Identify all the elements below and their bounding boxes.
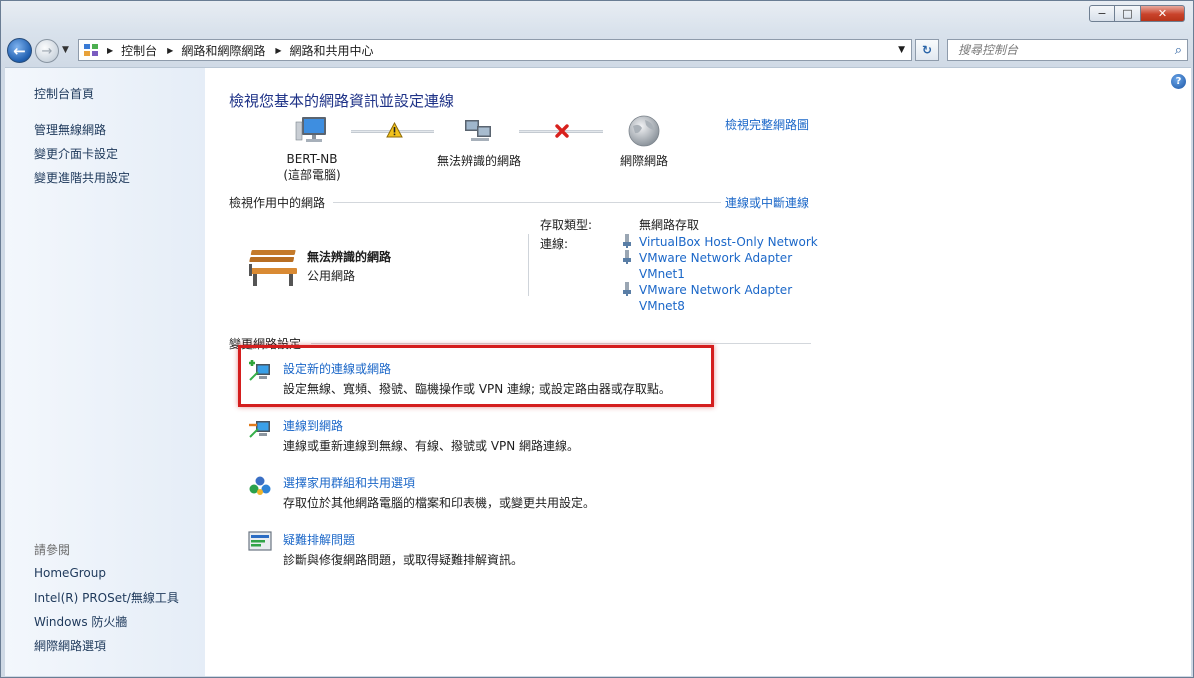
refresh-icon: ↻ xyxy=(921,43,933,57)
breadcrumb-control-panel[interactable]: 控制台 xyxy=(121,42,157,59)
network-adapter-icon xyxy=(623,234,631,248)
connections-label: 連線: xyxy=(540,237,569,251)
breadcrumb-separator-icon[interactable]: ▶ xyxy=(107,46,113,55)
content-area: 控制台首頁 管理無線網路 變更介面卡設定 變更進階共用設定 請參閱 HomeGr… xyxy=(5,67,1191,676)
globe-icon xyxy=(628,115,660,147)
network-name: 無法辨識的網路 xyxy=(436,154,521,168)
internet-label: 網際網路 xyxy=(619,154,668,168)
help-icon: ? xyxy=(1175,76,1182,87)
sidebar-item-manage-wireless[interactable]: 管理無線網路 xyxy=(34,121,106,138)
search-input[interactable] xyxy=(956,42,1150,58)
back-button[interactable]: ← xyxy=(7,38,32,63)
computer-sub-label: (這部電腦) xyxy=(283,168,341,182)
navigation-bar: ← → ▼ ▶ 控制台 ▶ 網路和網際網路 ▶ 網路和共用中心 ▼ ↻ ⌕ xyxy=(1,35,1193,65)
warning-icon xyxy=(386,122,403,138)
network-info-divider xyxy=(528,234,529,296)
close-button[interactable]: ✕ xyxy=(1141,5,1185,22)
task-homegroup-sharing[interactable]: 選擇家用群組和共用選項 xyxy=(283,474,415,491)
homegroup-icon xyxy=(249,476,271,495)
map-node-computer[interactable]: BERT-NB (這部電腦) xyxy=(277,114,347,183)
active-network-name: 無法辨識的網路 xyxy=(307,250,392,264)
task-connect-to-network[interactable]: 連線到網路 xyxy=(283,417,343,434)
sidebar-item-advanced-sharing[interactable]: 變更進階共用設定 xyxy=(34,169,130,186)
section-divider xyxy=(333,202,721,203)
error-x-icon xyxy=(555,124,569,138)
forward-arrow-icon: → xyxy=(41,43,53,59)
access-type-label: 存取類型: xyxy=(540,218,593,232)
maximize-button[interactable]: □ xyxy=(1115,5,1141,22)
breadcrumb-separator-icon[interactable]: ▶ xyxy=(275,46,281,55)
network-adapter-icon xyxy=(623,282,631,296)
view-full-map-link[interactable]: 檢視完整網路圖 xyxy=(725,116,809,133)
refresh-button[interactable]: ↻ xyxy=(915,39,939,61)
back-arrow-icon: ← xyxy=(13,41,26,60)
forward-button[interactable]: → xyxy=(35,39,59,63)
history-dropdown-icon[interactable]: ▼ xyxy=(62,45,69,55)
window-controls: − □ ✕ xyxy=(1089,5,1185,22)
network-adapter-icon xyxy=(623,250,631,264)
sidebar-item-intel-proset[interactable]: Intel(R) PROSet/無線工具 xyxy=(34,589,179,606)
page-title: 檢視您基本的網路資訊並設定連線 xyxy=(229,92,455,110)
see-also-heading: 請參閱 xyxy=(34,543,71,557)
task-homegroup-sharing-desc: 存取位於其他網路電腦的檔案和印表機，或變更共用設定。 xyxy=(283,496,596,510)
sidebar-item-internet-options[interactable]: 網際網路選項 xyxy=(34,637,106,654)
access-type-value: 無網路存取 xyxy=(639,218,700,232)
map-node-internet[interactable]: 網際網路 xyxy=(609,114,679,169)
active-networks-heading: 檢視作用中的網路 xyxy=(229,196,326,210)
breadcrumb-network-sharing-center[interactable]: 網路和共用中心 xyxy=(290,42,374,59)
section-divider xyxy=(311,343,811,344)
active-network-type[interactable]: 公用網路 xyxy=(307,267,355,284)
sidebar-item-home[interactable]: 控制台首頁 xyxy=(34,85,94,102)
address-bar[interactable]: ▶ 控制台 ▶ 網路和網際網路 ▶ 網路和共用中心 ▼ xyxy=(78,39,912,61)
minimize-button[interactable]: − xyxy=(1089,5,1115,22)
map-node-network[interactable]: 無法辨識的網路 xyxy=(427,114,531,169)
public-network-bench-icon xyxy=(249,250,297,286)
sidebar-item-adapter-settings[interactable]: 變更介面卡設定 xyxy=(34,145,118,162)
sidebar: 控制台首頁 管理無線網路 變更介面卡設定 變更進階共用設定 請參閱 HomeGr… xyxy=(5,68,205,676)
connect-network-icon xyxy=(249,421,270,438)
task-connect-to-network-desc: 連線或重新連線到無線、有線、撥號或 VPN 網路連線。 xyxy=(283,439,580,453)
connect-disconnect-link[interactable]: 連線或中斷連線 xyxy=(725,194,809,211)
window-frame: − □ ✕ ← → ▼ ▶ 控制台 ▶ 網路和網際網路 ▶ 網路和共用中心 ▼ … xyxy=(0,0,1194,678)
address-dropdown-icon[interactable]: ▼ xyxy=(898,45,905,55)
task-troubleshoot[interactable]: 疑難排解問題 xyxy=(283,531,355,548)
help-button[interactable]: ? xyxy=(1171,74,1186,89)
troubleshoot-icon xyxy=(248,531,272,551)
network-icon xyxy=(465,120,491,141)
breadcrumb-separator-icon[interactable]: ▶ xyxy=(167,46,173,55)
task-troubleshoot-desc: 診斷與修復網路問題，或取得疑難排解資訊。 xyxy=(283,553,524,567)
sidebar-item-homegroup[interactable]: HomeGroup xyxy=(34,566,106,580)
connection-link-vmnet1[interactable]: VMware Network Adapter xyxy=(639,251,792,265)
connection-link-vmnet8-line2[interactable]: VMnet8 xyxy=(639,299,685,313)
search-icon[interactable]: ⌕ xyxy=(1175,43,1182,58)
connection-link-vmnet8[interactable]: VMware Network Adapter xyxy=(639,283,792,297)
breadcrumb-network-internet[interactable]: 網路和網際網路 xyxy=(181,42,265,59)
highlight-box xyxy=(238,345,714,407)
computer-name: BERT-NB xyxy=(286,152,338,166)
connection-link-virtualbox[interactable]: VirtualBox Host-Only Network xyxy=(639,235,818,249)
connection-link-vmnet1-line2[interactable]: VMnet1 xyxy=(639,267,685,281)
computer-icon xyxy=(295,117,326,142)
control-panel-icon xyxy=(84,44,98,56)
search-box[interactable]: ⌕ xyxy=(947,39,1188,61)
sidebar-item-windows-firewall[interactable]: Windows 防火牆 xyxy=(34,613,127,630)
